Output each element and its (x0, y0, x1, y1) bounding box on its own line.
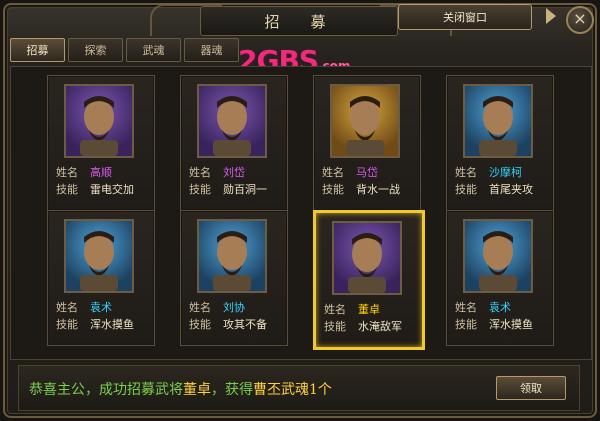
general-portrait (64, 84, 134, 158)
tab-explore[interactable]: 探索 (68, 38, 123, 62)
skill-row: 技能 浑水摸鱼 (455, 316, 547, 333)
general-info: 姓名 刘岱 技能 勋百洞一 (189, 164, 281, 198)
general-name: 董卓 (358, 303, 380, 316)
general-card[interactable]: 姓名 刘岱 技能 勋百洞一 (180, 75, 288, 211)
skill-label: 技能 (189, 183, 211, 196)
general-portrait (197, 84, 267, 158)
skill-label: 技能 (455, 318, 477, 331)
skill-row: 技能 浑水摸鱼 (56, 316, 148, 333)
general-card[interactable]: 姓名 袁术 技能 浑水摸鱼 (47, 210, 155, 346)
general-skill: 浑水摸鱼 (90, 318, 134, 331)
window-title: 招 募 (200, 6, 398, 36)
skill-row: 技能 雷电交加 (56, 181, 148, 198)
general-skill: 勋百洞一 (223, 183, 267, 196)
tab-martial-soul[interactable]: 武魂 (126, 38, 181, 62)
claim-button[interactable]: 领取 (496, 376, 566, 400)
general-card[interactable]: 姓名 董卓 技能 水淹敌军 (313, 210, 425, 350)
general-portrait (197, 219, 267, 293)
general-portrait (332, 221, 402, 295)
portrait-figure (213, 231, 251, 291)
close-window-button[interactable]: 关闭窗口 (398, 4, 532, 30)
general-info: 姓名 刘协 技能 攻其不备 (189, 299, 281, 333)
general-name: 袁术 (90, 301, 112, 314)
name-row: 姓名 刘协 (189, 299, 281, 316)
skill-row: 技能 背水一战 (322, 181, 414, 198)
skill-label: 技能 (455, 183, 477, 196)
general-portrait (330, 84, 400, 158)
name-row: 姓名 马岱 (322, 164, 414, 181)
message-soul: 曹丕武魂1个 (253, 382, 332, 398)
portrait-figure (80, 231, 118, 291)
skill-row: 技能 勋百洞一 (189, 181, 281, 198)
name-row: 姓名 董卓 (324, 301, 416, 318)
name-label: 姓名 (455, 166, 477, 179)
general-name: 马岱 (356, 166, 378, 179)
portrait-figure (213, 96, 251, 156)
skill-row: 技能 攻其不备 (189, 316, 281, 333)
general-card[interactable]: 姓名 沙摩柯 技能 首尾夹攻 (446, 75, 554, 211)
portrait-figure (80, 96, 118, 156)
arrow-icon[interactable] (546, 8, 556, 24)
general-skill: 背水一战 (356, 183, 400, 196)
general-portrait (64, 219, 134, 293)
tab-weapon-soul[interactable]: 器魂 (184, 38, 239, 62)
general-info: 姓名 董卓 技能 水淹敌军 (324, 301, 416, 335)
general-card[interactable]: 姓名 高顺 技能 雷电交加 (47, 75, 155, 211)
general-info: 姓名 高顺 技能 雷电交加 (56, 164, 148, 198)
message-general: 董卓 (183, 382, 211, 398)
general-card[interactable]: 姓名 马岱 技能 背水一战 (313, 75, 421, 211)
general-skill: 雷电交加 (90, 183, 134, 196)
name-label: 姓名 (324, 303, 346, 316)
portrait-figure (479, 96, 517, 156)
portrait-figure (479, 231, 517, 291)
general-portrait (463, 84, 533, 158)
message-prefix: 恭喜主公，成功招募武将 (29, 382, 183, 398)
general-card[interactable]: 姓名 刘协 技能 攻其不备 (180, 210, 288, 346)
portrait-figure (346, 96, 384, 156)
name-row: 姓名 高顺 (56, 164, 148, 181)
general-info: 姓名 沙摩柯 技能 首尾夹攻 (455, 164, 547, 198)
tab-recruit[interactable]: 招募 (10, 38, 65, 62)
name-label: 姓名 (189, 166, 211, 179)
skill-row: 技能 水淹敌军 (324, 318, 416, 335)
name-label: 姓名 (56, 166, 78, 179)
general-info: 姓名 马岱 技能 背水一战 (322, 164, 414, 198)
skill-row: 技能 首尾夹攻 (455, 181, 547, 198)
general-skill: 浑水摸鱼 (489, 318, 533, 331)
name-row: 姓名 刘岱 (189, 164, 281, 181)
general-skill: 水淹敌军 (358, 320, 402, 333)
skill-label: 技能 (324, 320, 346, 333)
name-label: 姓名 (455, 301, 477, 314)
name-label: 姓名 (322, 166, 344, 179)
general-name: 袁术 (489, 301, 511, 314)
portrait-figure (348, 233, 386, 293)
skill-label: 技能 (189, 318, 211, 331)
name-row: 姓名 袁术 (455, 299, 547, 316)
general-info: 姓名 袁术 技能 浑水摸鱼 (56, 299, 148, 333)
general-name: 沙摩柯 (489, 166, 522, 179)
general-name: 刘岱 (223, 166, 245, 179)
message-bar: 恭喜主公，成功招募武将董卓，获得曹丕武魂1个 领取 (18, 365, 580, 411)
general-card[interactable]: 姓名 袁术 技能 浑水摸鱼 (446, 210, 554, 346)
tab-bar: 招募 探索 武魂 器魂 (10, 38, 239, 62)
general-portrait (463, 219, 533, 293)
general-name: 刘协 (223, 301, 245, 314)
skill-label: 技能 (322, 183, 344, 196)
skill-label: 技能 (56, 183, 78, 196)
close-icon[interactable]: × (566, 6, 594, 34)
general-skill: 首尾夹攻 (489, 183, 533, 196)
general-name: 高顺 (90, 166, 112, 179)
name-row: 姓名 袁术 (56, 299, 148, 316)
general-info: 姓名 袁术 技能 浑水摸鱼 (455, 299, 547, 333)
name-label: 姓名 (56, 301, 78, 314)
recruit-message: 恭喜主公，成功招募武将董卓，获得曹丕武魂1个 (29, 379, 469, 399)
name-row: 姓名 沙摩柯 (455, 164, 547, 181)
general-skill: 攻其不备 (223, 318, 267, 331)
message-middle: ，获得 (211, 382, 253, 398)
skill-label: 技能 (56, 318, 78, 331)
name-label: 姓名 (189, 301, 211, 314)
